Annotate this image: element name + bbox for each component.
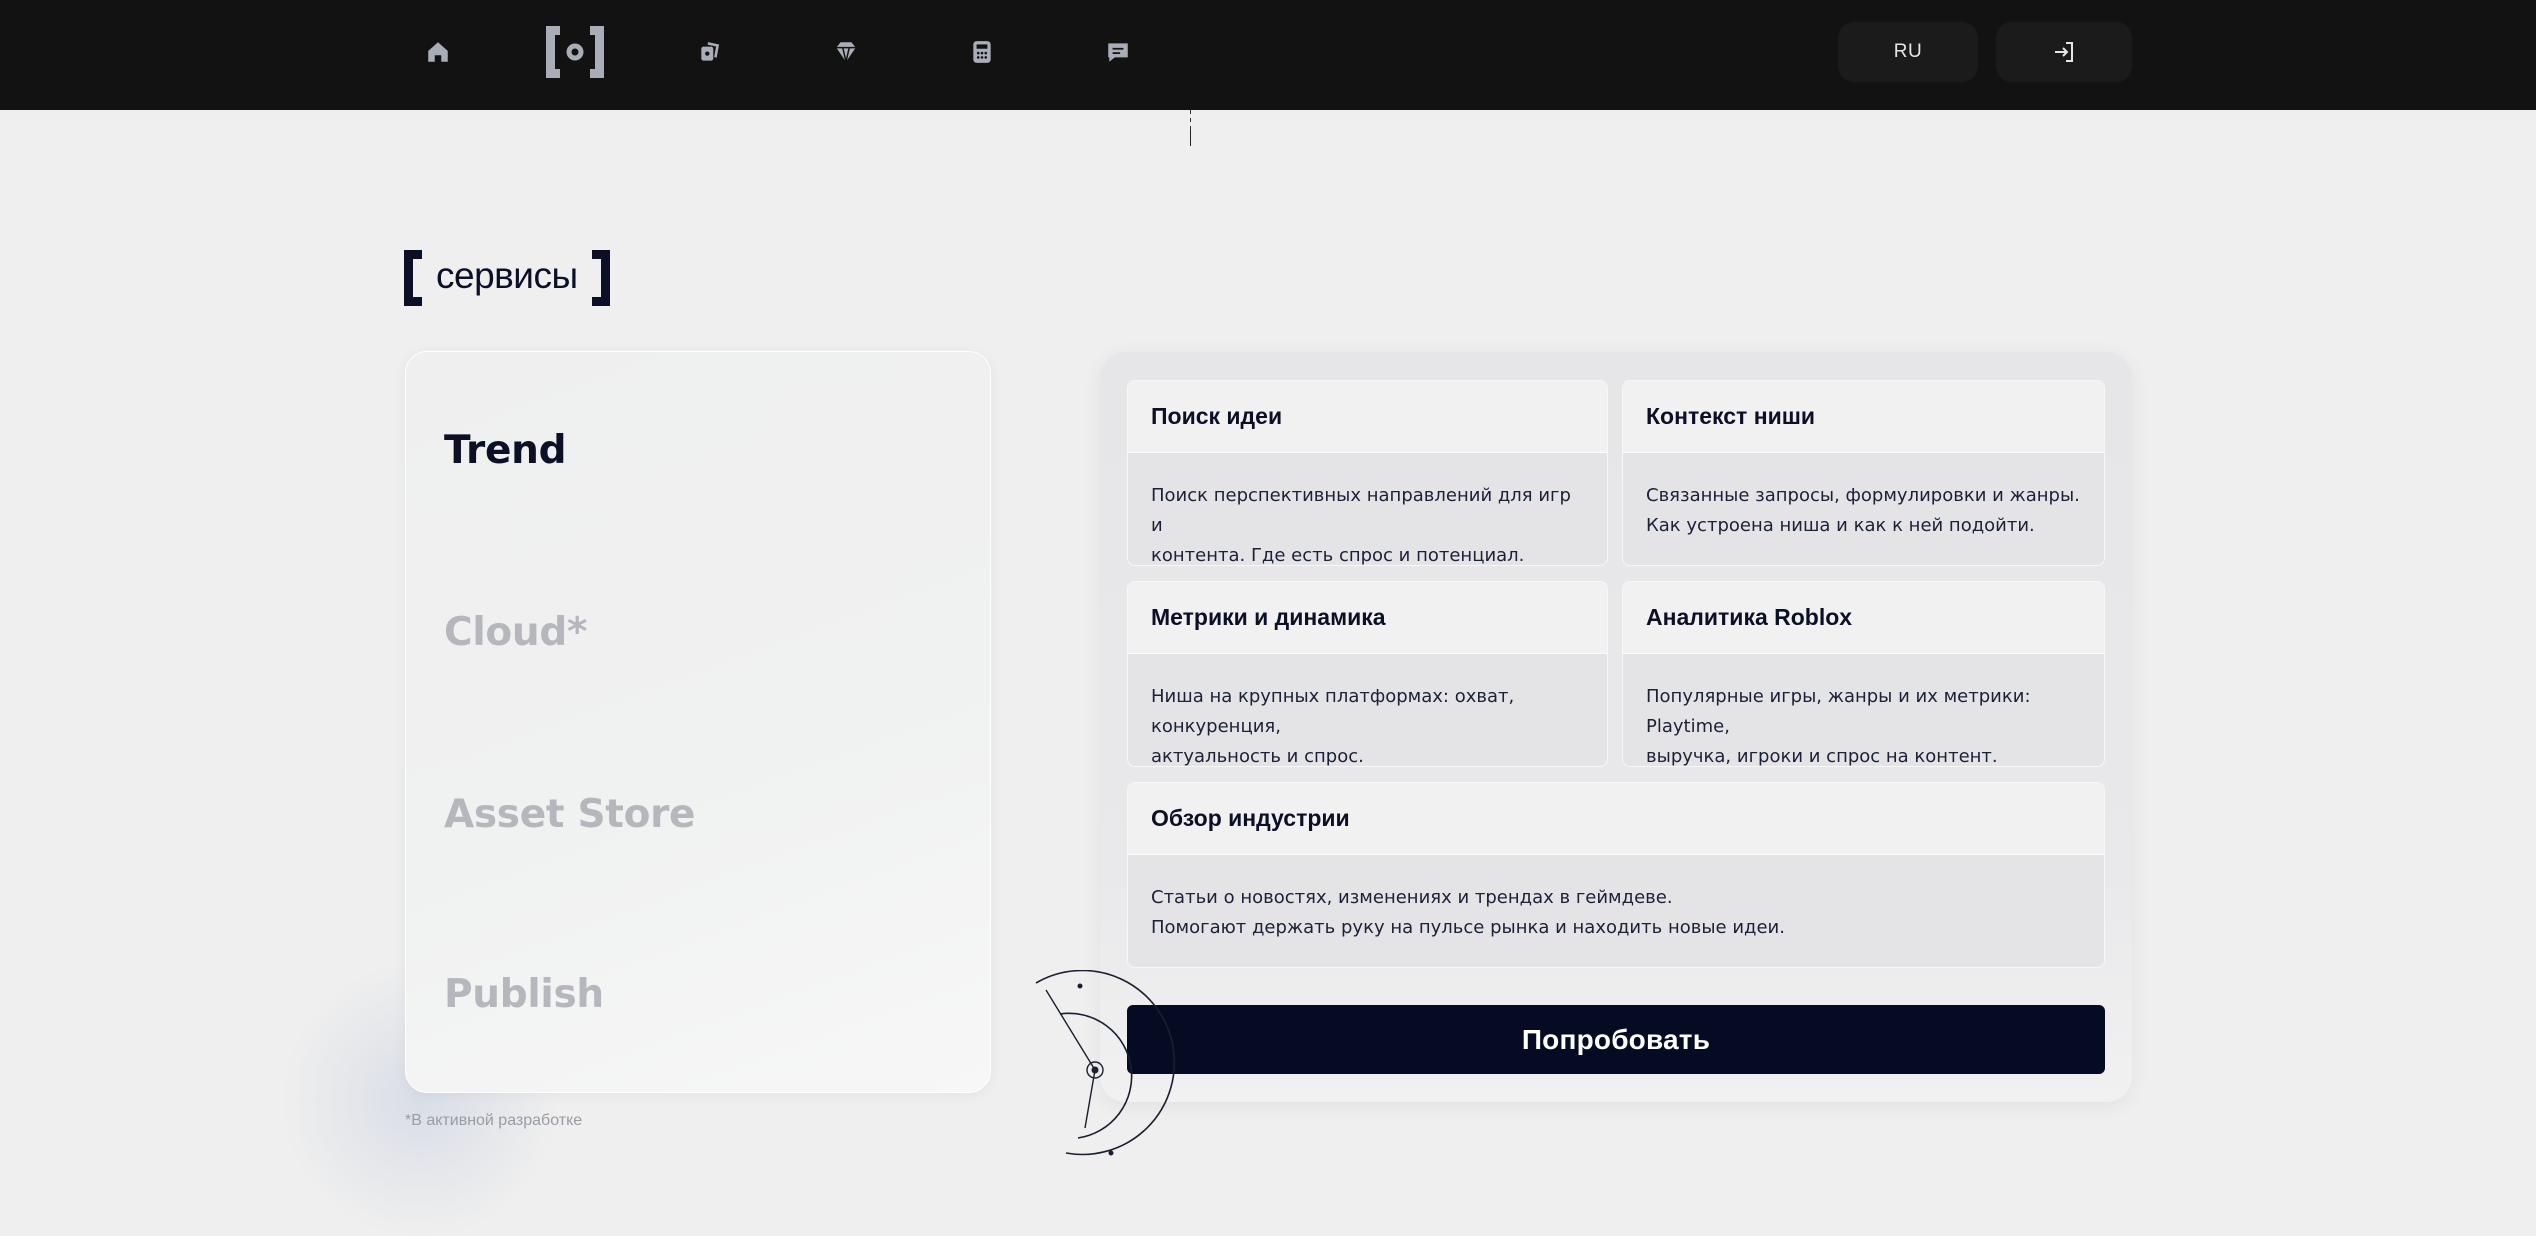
logo-icon[interactable] — [544, 24, 606, 80]
feature-card-title: Контекст ниши — [1623, 381, 2104, 453]
description-line: выручка, игроки и спрос на контент. — [1646, 746, 1998, 767]
service-tab-trend[interactable]: Trend — [444, 428, 566, 473]
dashed-connector — [1190, 110, 1191, 146]
feature-card-description: Популярные игры, жанры и их метрики: Pla… — [1623, 654, 2104, 767]
cards-icon[interactable] — [690, 34, 730, 70]
development-note: *В активной разработке — [405, 1112, 583, 1129]
left-bracket-icon — [404, 250, 422, 306]
feature-card-description: Связанные запросы, формулировки и жанры.… — [1623, 453, 2104, 541]
description-line: Как устроена ниша и как к ней подойти. — [1646, 515, 2035, 536]
right-bracket-icon — [591, 250, 610, 306]
try-button[interactable]: Попробовать — [1127, 1005, 2105, 1074]
section-title: сервисы — [404, 250, 610, 306]
description-line: Ниша на крупных платформах: охват, конку… — [1151, 686, 1515, 737]
service-tab-publish[interactable]: Publish — [444, 972, 604, 1017]
service-tab-cloud[interactable]: Cloud* — [444, 610, 587, 655]
login-button[interactable] — [1996, 22, 2132, 82]
feature-card: Аналитика Roblox Популярные игры, жанры … — [1622, 581, 2105, 767]
feature-card-title: Аналитика Roblox — [1623, 582, 2104, 654]
description-line: Популярные игры, жанры и их метрики: Pla… — [1646, 686, 2031, 737]
calculator-icon[interactable] — [962, 34, 1002, 70]
feature-card-title: Метрики и динамика — [1128, 582, 1607, 654]
services-menu: Trend Cloud* Asset Store Publish — [405, 351, 991, 1093]
description-line: Связанные запросы, формулировки и жанры. — [1646, 485, 2080, 506]
chat-icon[interactable] — [1098, 34, 1138, 70]
login-icon — [2055, 42, 2073, 62]
section-title-text: сервисы — [436, 255, 578, 296]
diamond-icon[interactable] — [826, 34, 866, 70]
description-line: контента. Где есть спрос и потенциал. — [1151, 545, 1525, 566]
service-tab-asset-store[interactable]: Asset Store — [444, 792, 696, 837]
feature-card-wide: Обзор индустрии Статьи о новостях, измен… — [1127, 782, 2105, 968]
description-line: актуальность и спрос. — [1151, 746, 1364, 767]
description-line: Статьи о новостях, изменениях и трендах … — [1151, 887, 1673, 908]
language-label: RU — [1893, 41, 1923, 62]
feature-card-description: Ниша на крупных платформах: охват, конку… — [1128, 654, 1607, 767]
orbit-decoration-icon — [1035, 970, 1176, 1156]
feature-card: Контекст ниши Связанные запросы, формули… — [1622, 380, 2105, 566]
top-navigation-bar: RU — [0, 0, 2536, 110]
language-switch-button[interactable]: RU — [1838, 22, 1978, 82]
feature-card-description: Статьи о новостях, изменениях и трендах … — [1128, 855, 2104, 943]
feature-card-title: Поиск идеи — [1128, 381, 1607, 453]
home-icon[interactable] — [418, 34, 458, 70]
description-line: Поиск перспективных направлений для игр … — [1151, 485, 1571, 536]
feature-card-title: Обзор индустрии — [1128, 783, 2104, 855]
feature-card-description: Поиск перспективных направлений для игр … — [1128, 453, 1607, 566]
feature-card: Поиск идеи Поиск перспективных направлен… — [1127, 380, 1608, 566]
feature-card: Метрики и динамика Ниша на крупных платф… — [1127, 581, 1608, 767]
description-line: Помогают держать руку на пульсе рынка и … — [1151, 917, 1785, 938]
